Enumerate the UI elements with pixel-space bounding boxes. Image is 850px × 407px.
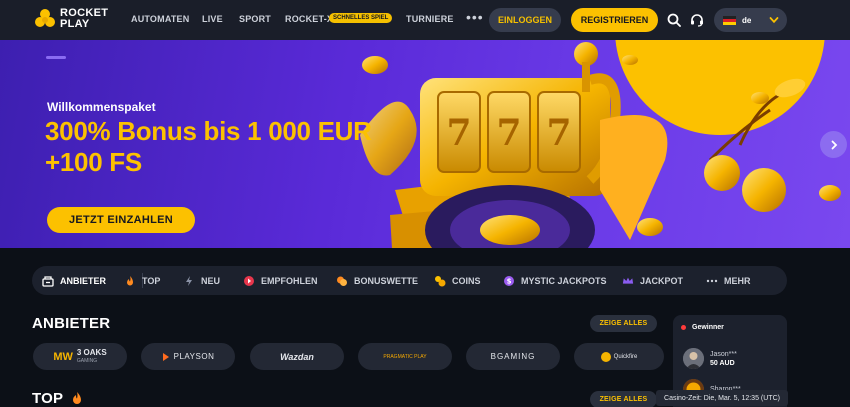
- provider-3oaks-mark: MW: [53, 350, 73, 363]
- category-label: MYSTIC JACKPOTS: [521, 275, 607, 286]
- rocketplay-logo[interactable]: ROCKET PLAY: [34, 8, 110, 30]
- category-mystic-jackpots[interactable]: $ MYSTIC JACKPOTS: [503, 266, 607, 295]
- nav-turniere[interactable]: TURNIERE: [406, 14, 454, 24]
- provider-bgaming[interactable]: BGAMING: [466, 343, 560, 370]
- provider-wazdan[interactable]: Wazdan: [250, 343, 344, 370]
- more-icon: [706, 275, 718, 287]
- next-slide-button[interactable]: [820, 131, 847, 158]
- nav-rocket-x[interactable]: ROCKET-X: [285, 14, 333, 24]
- mystic-jackpot-icon: $: [503, 275, 515, 287]
- nav-more-icon[interactable]: •••: [466, 9, 484, 25]
- category-mehr[interactable]: MEHR: [706, 266, 751, 295]
- category-label: COINS: [452, 275, 481, 286]
- fire-icon: [73, 392, 81, 404]
- rocket-x-badge: SCHNELLES SPIEL: [329, 13, 393, 23]
- logo-text-line2: PLAY: [60, 18, 90, 30]
- winners-title: Gewinner: [692, 324, 724, 331]
- category-label: MEHR: [724, 275, 751, 286]
- provider-label: PRAGMATIC PLAY: [383, 353, 427, 360]
- recommended-icon: [243, 275, 255, 287]
- chevron-right-icon: [831, 140, 837, 149]
- category-label: ANBIETER: [60, 275, 107, 286]
- bonus-bet-icon: [336, 275, 348, 287]
- category-anbieter[interactable]: ANBIETER: [42, 266, 106, 295]
- provider-label: PLAYSON: [173, 352, 215, 361]
- hero-banner[interactable]: 7 7 7 Willkommenspaket 300% Bonus bis 1 …: [0, 40, 850, 248]
- category-empfohlen[interactable]: EMPFOHLEN: [243, 266, 318, 295]
- reel-seven-1: 7: [446, 112, 471, 154]
- svg-text:$: $: [507, 277, 512, 285]
- category-bonuswette[interactable]: BONUSWETTE: [336, 266, 418, 295]
- reel-seven-3: 7: [546, 112, 571, 154]
- provider-label: Wazdan: [280, 351, 314, 362]
- provider-3oaks[interactable]: MW 3 OAKS GAMING: [33, 343, 127, 370]
- winner-row[interactable]: Jason*** 50 AUD: [683, 348, 737, 369]
- hero-kicker: Willkommenspaket: [47, 100, 156, 114]
- category-coins[interactable]: COINS: [434, 266, 481, 295]
- avatar: [683, 348, 704, 369]
- providers-see-all-button[interactable]: ZEIGE ALLES: [590, 315, 657, 332]
- provider-label: Quickfire: [613, 353, 638, 360]
- category-label: NEU: [201, 275, 221, 286]
- chevron-down-icon: [769, 17, 779, 24]
- winner-name: Jason***: [710, 350, 737, 358]
- reel-seven-2: 7: [496, 112, 521, 154]
- winner-amount: 50 AUD: [710, 359, 735, 367]
- lightning-icon: [183, 275, 195, 287]
- category-label: TOP: [142, 275, 161, 286]
- category-label: BONUSWETTE: [354, 275, 418, 286]
- top-header: ROCKET PLAY AUTOMATEN LIVE SPORT ROCKET-…: [0, 0, 850, 40]
- germany-flag-icon: [723, 15, 736, 25]
- top-see-all-button[interactable]: ZEIGE ALLES: [590, 391, 657, 407]
- slide-indicator[interactable]: [46, 56, 66, 59]
- category-label: EMPFOHLEN: [261, 275, 318, 286]
- provider-pragmatic-play[interactable]: PRAGMATIC PLAY: [358, 343, 452, 370]
- provider-icon: [42, 275, 54, 287]
- login-button[interactable]: EINLOGGEN: [489, 8, 561, 32]
- playson-play-icon: [162, 352, 169, 361]
- hero-title-line2: +100 FS: [45, 147, 142, 177]
- clover-logo-icon: [35, 9, 55, 27]
- provider-3oaks-name: 3 OAKS: [76, 347, 107, 357]
- providers-section-title: ANBIETER: [32, 315, 111, 332]
- quickfire-logo-icon: [600, 351, 611, 362]
- category-bar: ANBIETER TOP NEU EMPFOHLEN BONUSWETTE CO…: [32, 266, 787, 295]
- provider-playson[interactable]: PLAYSON: [141, 343, 235, 370]
- provider-3oaks-sub: GAMING: [76, 357, 98, 364]
- language-code: de: [742, 15, 752, 25]
- category-label: JACKPOT: [640, 275, 684, 286]
- hero-title-line1: 300% Bonus bis 1 000 EUR: [45, 116, 372, 146]
- jackpot-crown-icon: [622, 275, 634, 287]
- category-neu[interactable]: NEU: [183, 266, 220, 295]
- language-selector[interactable]: de: [714, 8, 787, 32]
- provider-quickfire[interactable]: Quickfire: [574, 343, 664, 370]
- support-headset-icon[interactable]: [688, 11, 706, 29]
- top-section-title: TOP: [32, 390, 64, 407]
- hero-title: 300% Bonus bis 1 000 EUR +100 FS: [45, 116, 372, 178]
- nav-sport[interactable]: SPORT: [239, 14, 271, 24]
- deposit-now-button[interactable]: JETZT EINZAHLEN: [47, 207, 195, 233]
- register-button[interactable]: REGISTRIEREN: [571, 8, 658, 32]
- category-top[interactable]: TOP: [124, 266, 160, 295]
- provider-label: BGAMING: [490, 352, 536, 361]
- casino-time: Casino-Zeit: Die, Mar. 5, 12:35 (UTC): [656, 390, 788, 406]
- fire-icon: [124, 275, 136, 287]
- coins-icon: [434, 275, 446, 287]
- category-jackpot[interactable]: JACKPOT: [622, 266, 683, 295]
- nav-live[interactable]: LIVE: [202, 14, 223, 24]
- search-icon[interactable]: [665, 11, 683, 29]
- nav-automaten[interactable]: AUTOMATEN: [131, 14, 189, 24]
- live-dot-icon: [681, 325, 686, 330]
